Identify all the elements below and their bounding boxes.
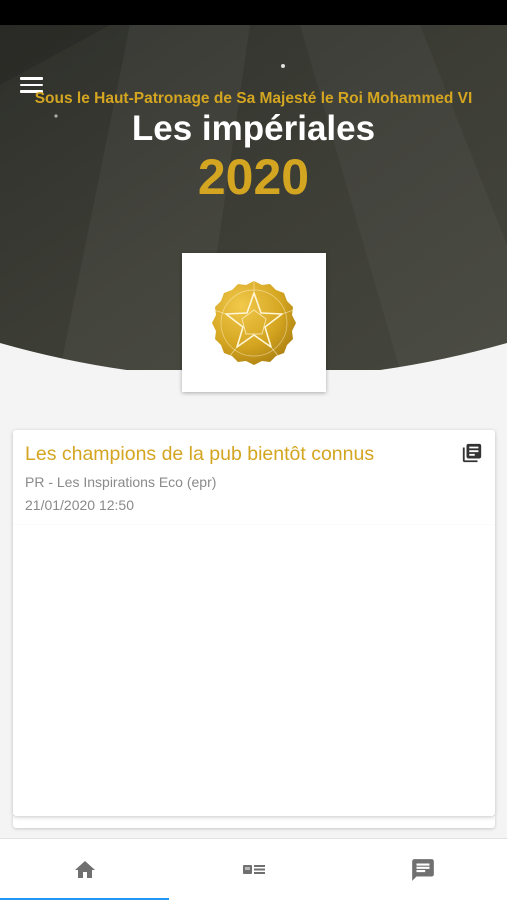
card-divider: [13, 524, 495, 526]
nav-news[interactable]: [169, 839, 338, 900]
chat-message-icon: [411, 859, 434, 881]
library-books-icon[interactable]: [461, 442, 483, 464]
bottom-nav: [0, 838, 507, 900]
nav-home[interactable]: [0, 839, 169, 900]
card-stack-edge: [13, 816, 495, 828]
article-card[interactable]: Les champions de la pub bientôt connus P…: [13, 430, 495, 816]
page-title: Les impériales: [131, 109, 376, 148]
status-bar: [0, 0, 507, 25]
news-list-icon: [242, 865, 265, 874]
patronage-text: Sous le Haut-Patronage de Sa Majesté le …: [34, 90, 473, 107]
article-source: PR - Les Inspirations Eco (epr): [25, 474, 217, 490]
article-title[interactable]: Les champions de la pub bientôt connus: [25, 443, 445, 466]
page-year: 2020: [197, 149, 310, 205]
nav-messages[interactable]: [338, 839, 507, 900]
logo-card: [182, 253, 326, 392]
home-icon: [74, 861, 95, 878]
golden-star-rosette-logo: [212, 280, 296, 365]
article-date: 21/01/2020 12:50: [25, 497, 134, 513]
